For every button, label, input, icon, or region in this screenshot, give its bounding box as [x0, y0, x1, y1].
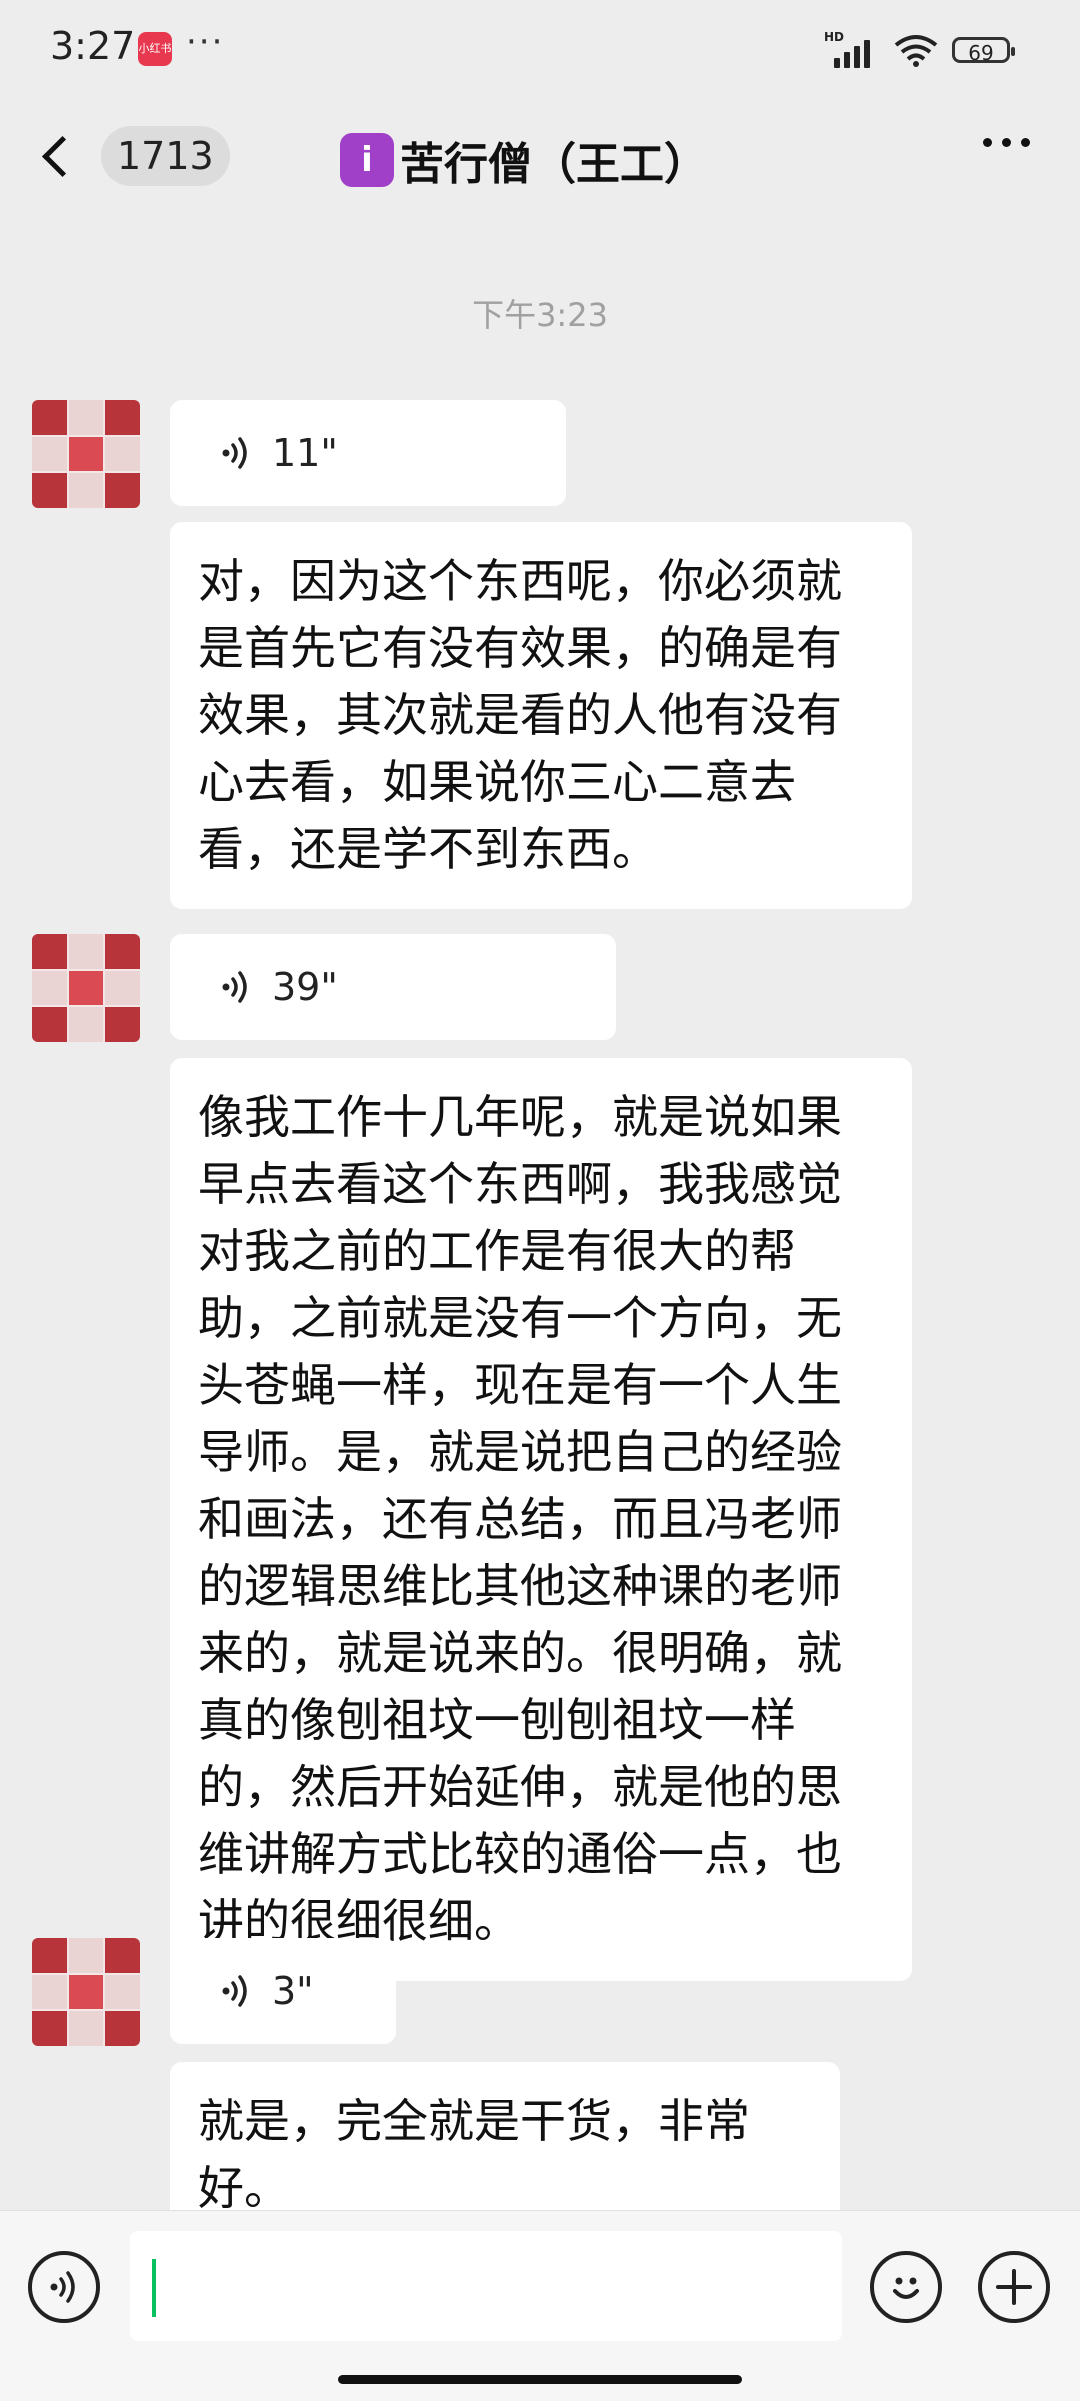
message-timestamp: 下午3:23: [472, 296, 608, 334]
voice-duration: 11": [272, 431, 338, 475]
voice-wave-icon: [222, 437, 247, 469]
battery-icon: 69: [952, 37, 1015, 65]
chat-title[interactable]: i 苦行僧（王工）: [340, 128, 708, 192]
text-cursor: [152, 2259, 156, 2317]
voice-message-bubble[interactable]: 11": [170, 400, 566, 506]
cellular-signal-icon: HD: [824, 30, 880, 68]
information-emoji-icon: i: [340, 133, 394, 187]
voice-transcript-bubble[interactable]: 像我工作十几年呢，就是说如果早点去看这个东西啊，我我感觉对我之前的工作是有很大的…: [170, 1058, 912, 1981]
voice-wave-icon: [222, 971, 247, 1003]
message-text-input[interactable]: [130, 2231, 842, 2341]
dot-icon: [1021, 138, 1030, 147]
message-input-bar: [0, 2210, 1080, 2401]
voice-input-toggle-button[interactable]: [28, 2251, 100, 2323]
voice-transcript-bubble[interactable]: 对，因为这个东西呢，你必须就是首先它有没有效果，的确是有效果，其次就是看的人他有…: [170, 522, 912, 909]
more-options-button[interactable]: [983, 138, 1030, 147]
voice-wave-icon: [222, 1975, 247, 2007]
home-indicator[interactable]: [338, 2375, 742, 2384]
voice-wave-icon: [50, 2271, 75, 2303]
voice-duration: 39": [272, 965, 338, 1009]
unread-count-badge: 1713: [101, 126, 230, 186]
contact-name: 苦行僧（王工）: [400, 139, 708, 190]
dot-icon: [983, 138, 992, 147]
more-functions-button[interactable]: [978, 2251, 1050, 2323]
contact-avatar[interactable]: [32, 1938, 140, 2046]
voice-message-bubble[interactable]: 39": [170, 934, 616, 1040]
back-button[interactable]: 1713: [30, 120, 230, 192]
more-notifications-icon: ···: [186, 22, 225, 62]
contact-avatar[interactable]: [32, 934, 140, 1042]
emoji-button[interactable]: [870, 2251, 942, 2323]
smiley-face-icon: [893, 2277, 919, 2299]
xiaohongshu-app-icon: 小红书: [138, 32, 172, 66]
dot-icon: [1002, 138, 1011, 147]
voice-message-bubble[interactable]: 3": [170, 1938, 396, 2044]
chat-header: 1713 i 苦行僧（王工）: [0, 100, 1080, 210]
status-bar: 3:27 小红书 ··· HD 69: [0, 0, 1080, 100]
voice-duration: 3": [272, 1969, 314, 2013]
status-indicators: HD 69: [824, 30, 1015, 68]
wifi-icon: [894, 35, 938, 67]
contact-avatar[interactable]: [32, 400, 140, 508]
chevron-left-icon: [41, 135, 84, 177]
plus-icon: [996, 2269, 1032, 2305]
status-time: 3:27: [50, 24, 136, 68]
